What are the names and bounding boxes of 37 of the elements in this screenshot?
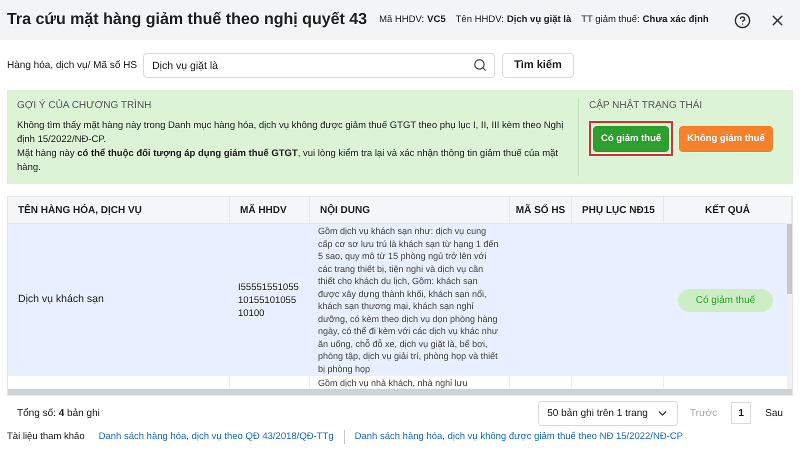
table-cell-text: I55551551055 10155101055 10100 bbox=[238, 280, 300, 320]
page-size-select[interactable]: 50 bản ghi trên 1 trang bbox=[538, 400, 678, 426]
info-value: Chưa xác định bbox=[642, 12, 709, 27]
column-header: PHỤ LỤC NĐ15 bbox=[582, 204, 655, 218]
total-count: Tổng số: 4 bản ghi bbox=[17, 406, 100, 420]
search-field[interactable]: Dịch vụ giặt là bbox=[143, 53, 496, 78]
suggestion-text: Mặt hàng này có thể thuộc đối tượng áp dụng giảm thuế GTGT, vui lòng kiểm tra lại và xác nhận thông tin giảm thuế của mặt hàng. bbox=[17, 147, 560, 175]
status-title: CẬP NHẬT TRẠNG THÁI bbox=[589, 98, 704, 113]
reference-link[interactable]: Danh sách hàng hóa, dịch vụ không được giảm thuế theo NĐ 15/2022/NĐ-CP bbox=[344, 430, 684, 444]
help-icon[interactable] bbox=[734, 12, 751, 28]
table-cell-text: Gồm dịch vụ khách sạn như: dịch vụ cung cấp cơ sơ lưu trú là khách sạn từ hạng 1 đến 5 sao, quy mô từ 15 phòng ngủ trở lên với các trang thiết bị, tiện nghi và dịch vụ cần thiết cho khách du lịch, Gồm: khách sạn được xây dựng thành khối, khách sạn nổi, khách sạn thương mại, khách sạn nghỉ dưỡng, có kèm theo dịch vụ dọn phòng hàng ngày, có thể đi kèm với các dịch vụ khác như ăn uống, chỗ đỗ xe, dịch vụ giặt là, bể bơi, phòng tập, dịch vụ giải trí, phòng họp và thiết bị phòng họp bbox=[318, 225, 500, 375]
table-row[interactable] bbox=[8, 224, 787, 376]
info-label: TT giảm thuế: bbox=[581, 12, 640, 27]
column-header: MÃ SỐ HS bbox=[516, 203, 566, 218]
window-title: Tra cứu mặt hàng giảm thuế theo nghị quyết 43 bbox=[7, 10, 368, 30]
info-value: VC5 bbox=[427, 12, 446, 27]
result-badge: Có giảm thuế bbox=[678, 288, 774, 312]
references-label: Tài liệu tham khảo bbox=[7, 430, 85, 444]
info-label: Mã HHDV: bbox=[379, 12, 424, 27]
search-button[interactable]: Tìm kiếm bbox=[502, 52, 574, 78]
next-button[interactable]: Sau bbox=[765, 406, 783, 420]
suggestion-text: Không tìm thấy mặt hàng này trong Danh mục hàng hóa, dịch vụ không được giảm thuế GTGT theo phụ lục I, II, III kèm theo Nghị định 15/2022/NĐ-CP. bbox=[17, 119, 564, 147]
reference-link[interactable]: Danh sách hàng hóa, dịch vụ theo QĐ 43/2018/QĐ-TTg bbox=[98, 430, 334, 444]
search-label: Hàng hóa, dịch vụ/ Mã số HS bbox=[7, 58, 138, 72]
scrollbar[interactable] bbox=[787, 224, 792, 389]
table-cell-text: Gồm dịch vụ nhà khách, nhà nghỉ lưu bbox=[318, 377, 469, 389]
suggestion-title: GỢI Ý CỦA CHƯƠNG TRÌNH bbox=[17, 98, 152, 113]
column-header: KẾT QUẢ bbox=[705, 203, 750, 218]
table-cell-text: Dịch vụ khách sạn bbox=[18, 292, 104, 308]
info-label: Tên HHDV: bbox=[456, 12, 504, 27]
info-value: Dịch vụ giặt là bbox=[506, 12, 572, 27]
column-header: MÃ HHDV bbox=[240, 203, 287, 218]
horizontal-scrollbar[interactable] bbox=[8, 389, 792, 395]
column-header: TÊN HÀNG HÓA, DỊCH VỤ bbox=[18, 203, 142, 218]
search-icon[interactable] bbox=[473, 58, 488, 72]
column-header: NỘI DUNG bbox=[320, 203, 370, 218]
page-button[interactable]: 1 bbox=[731, 402, 752, 424]
